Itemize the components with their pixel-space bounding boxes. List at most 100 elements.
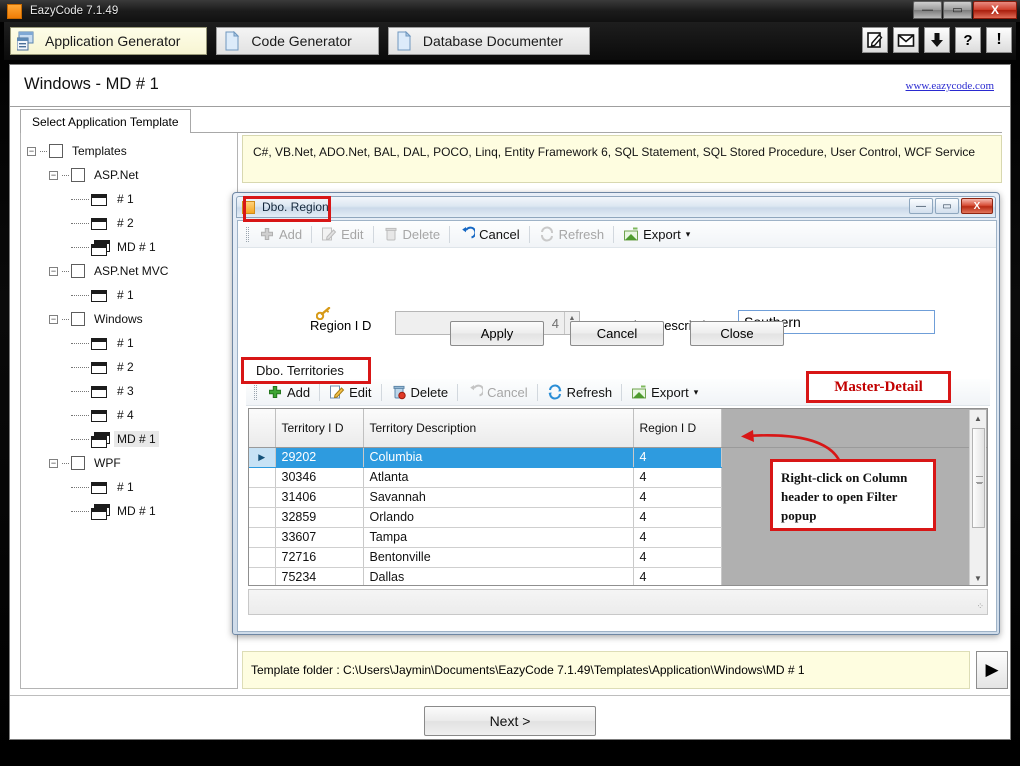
template-tree-panel[interactable]: −Templates−ASP.Net# 1# 2MD # 1−ASP.Net M… (20, 133, 238, 689)
tab-application-generator[interactable]: Application Generator (10, 27, 207, 55)
close-button[interactable]: Close (690, 321, 784, 346)
row-selector-cell[interactable] (249, 467, 275, 487)
tree-expander-icon[interactable]: − (27, 147, 36, 156)
row-selector-cell[interactable] (249, 547, 275, 567)
cell-territory-id[interactable]: 31406 (275, 487, 363, 507)
tab-code-generator[interactable]: Code Generator (216, 27, 378, 55)
cell-territory-id[interactable]: 72716 (275, 547, 363, 567)
tree-item-2[interactable]: # 2 (27, 355, 237, 379)
cell-territory-description[interactable]: Orlando (363, 507, 633, 527)
cell-territory-id[interactable]: 75234 (275, 567, 363, 586)
detail-export-button[interactable]: Export ▾ (625, 382, 704, 402)
tree-checkbox[interactable] (71, 456, 85, 470)
cell-territory-description[interactable]: Atlanta (363, 467, 633, 487)
row-selector-cell[interactable] (249, 527, 275, 547)
detail-edit-button[interactable]: Edit (323, 382, 377, 402)
tree-item-windows[interactable]: −Windows (27, 307, 237, 331)
apply-button[interactable]: Apply (450, 321, 544, 346)
cell-territory-id[interactable]: 30346 (275, 467, 363, 487)
close-button[interactable]: X (973, 1, 1017, 19)
tree-item-md-1[interactable]: MD # 1 (27, 427, 237, 451)
detail-refresh-button[interactable]: Refresh (541, 382, 619, 402)
tree-expander-icon[interactable]: − (49, 267, 58, 276)
row-selector-cell[interactable] (249, 507, 275, 527)
row-selector-cell[interactable] (249, 567, 275, 586)
scroll-down-icon[interactable]: ▼ (970, 570, 987, 586)
info-alert-icon-button[interactable]: ! (986, 27, 1012, 53)
cell-region-id[interactable]: 4 (633, 487, 721, 507)
cell-territory-description[interactable]: Columbia (363, 447, 633, 467)
tree-item-1[interactable]: # 1 (27, 283, 237, 307)
toolbar-grip[interactable] (254, 385, 257, 400)
row-selector-cell[interactable]: ▶ (249, 447, 275, 467)
master-edit-button[interactable]: Edit (315, 224, 369, 244)
tree-checkbox[interactable] (49, 144, 63, 158)
tree-expander-icon[interactable]: − (49, 171, 58, 180)
toolbar-grip[interactable] (246, 227, 249, 242)
detail-delete-button[interactable]: Delete (385, 382, 455, 402)
tree-expander-icon[interactable]: − (49, 459, 58, 468)
cancel-button[interactable]: Cancel (570, 321, 664, 346)
minimize-button[interactable]: — (913, 1, 942, 19)
run-button[interactable]: ▶ (976, 651, 1008, 689)
tab-database-documenter[interactable]: Database Documenter (388, 27, 590, 55)
row-selector-header[interactable] (249, 409, 275, 447)
tree-item-1[interactable]: # 1 (27, 187, 237, 211)
cell-region-id[interactable]: 4 (633, 507, 721, 527)
column-header-territory-id[interactable]: Territory I D (275, 409, 363, 447)
edit-note-icon-button[interactable] (862, 27, 888, 53)
tree-item-templates[interactable]: −Templates (27, 139, 237, 163)
detail-add-button[interactable]: Add (261, 382, 316, 402)
tab-select-application-template[interactable]: Select Application Template (20, 109, 191, 133)
tree-item-asp-net-mvc[interactable]: −ASP.Net MVC (27, 259, 237, 283)
help-icon-button[interactable]: ? (955, 27, 981, 53)
cell-region-id[interactable]: 4 (633, 567, 721, 586)
tree-expander-icon[interactable]: − (49, 315, 58, 324)
tree-item-asp-net[interactable]: −ASP.Net (27, 163, 237, 187)
tree-item-2[interactable]: # 2 (27, 211, 237, 235)
table-row[interactable]: 72716Bentonville4 (249, 547, 987, 567)
dialog-minimize-button[interactable]: — (909, 198, 933, 214)
master-add-button[interactable]: Add (253, 224, 308, 244)
scrollbar-thumb[interactable] (972, 428, 985, 528)
tree-item-md-1[interactable]: MD # 1 (27, 499, 237, 523)
cell-territory-id[interactable]: 29202 (275, 447, 363, 467)
chevron-down-icon[interactable]: ▾ (694, 387, 699, 398)
tree-checkbox[interactable] (71, 312, 85, 326)
cell-territory-id[interactable]: 32859 (275, 507, 363, 527)
column-header-territory-description[interactable]: Territory Description (363, 409, 633, 447)
tree-item-md-1[interactable]: MD # 1 (27, 235, 237, 259)
maximize-button[interactable]: ▭ (943, 1, 972, 19)
cell-region-id[interactable]: 4 (633, 447, 721, 467)
grid-vertical-scrollbar[interactable]: ▲ ▼ (969, 410, 986, 586)
scroll-up-icon[interactable]: ▲ (970, 410, 987, 426)
table-row[interactable]: 75234Dallas4 (249, 567, 987, 586)
mail-icon-button[interactable] (893, 27, 919, 53)
column-header-region-id[interactable]: Region I D (633, 409, 721, 447)
cell-territory-description[interactable]: Savannah (363, 487, 633, 507)
tree-item-1[interactable]: # 1 (27, 475, 237, 499)
cell-territory-id[interactable]: 33607 (275, 527, 363, 547)
dialog-close-button[interactable]: X (961, 198, 993, 214)
tree-item-wpf[interactable]: −WPF (27, 451, 237, 475)
website-link[interactable]: www.eazycode.com (906, 80, 994, 92)
chevron-down-icon[interactable]: ▾ (686, 229, 691, 240)
resize-grip-icon[interactable]: ⁘ (976, 601, 984, 612)
dialog-maximize-button[interactable]: ▭ (935, 198, 959, 214)
tree-item-1[interactable]: # 1 (27, 331, 237, 355)
master-refresh-button[interactable]: Refresh (533, 224, 611, 244)
tree-checkbox[interactable] (71, 168, 85, 182)
cell-territory-description[interactable]: Tampa (363, 527, 633, 547)
cell-region-id[interactable]: 4 (633, 547, 721, 567)
row-selector-cell[interactable] (249, 487, 275, 507)
master-export-button[interactable]: Export ▾ (617, 224, 696, 244)
cell-territory-description[interactable]: Dallas (363, 567, 633, 586)
cell-territory-description[interactable]: Bentonville (363, 547, 633, 567)
cell-region-id[interactable]: 4 (633, 467, 721, 487)
cell-region-id[interactable]: 4 (633, 527, 721, 547)
master-delete-button[interactable]: Delete (377, 224, 447, 244)
tree-item-4[interactable]: # 4 (27, 403, 237, 427)
next-button[interactable]: Next > (424, 706, 596, 736)
scrollbar-track[interactable] (970, 426, 987, 570)
tree-item-3[interactable]: # 3 (27, 379, 237, 403)
